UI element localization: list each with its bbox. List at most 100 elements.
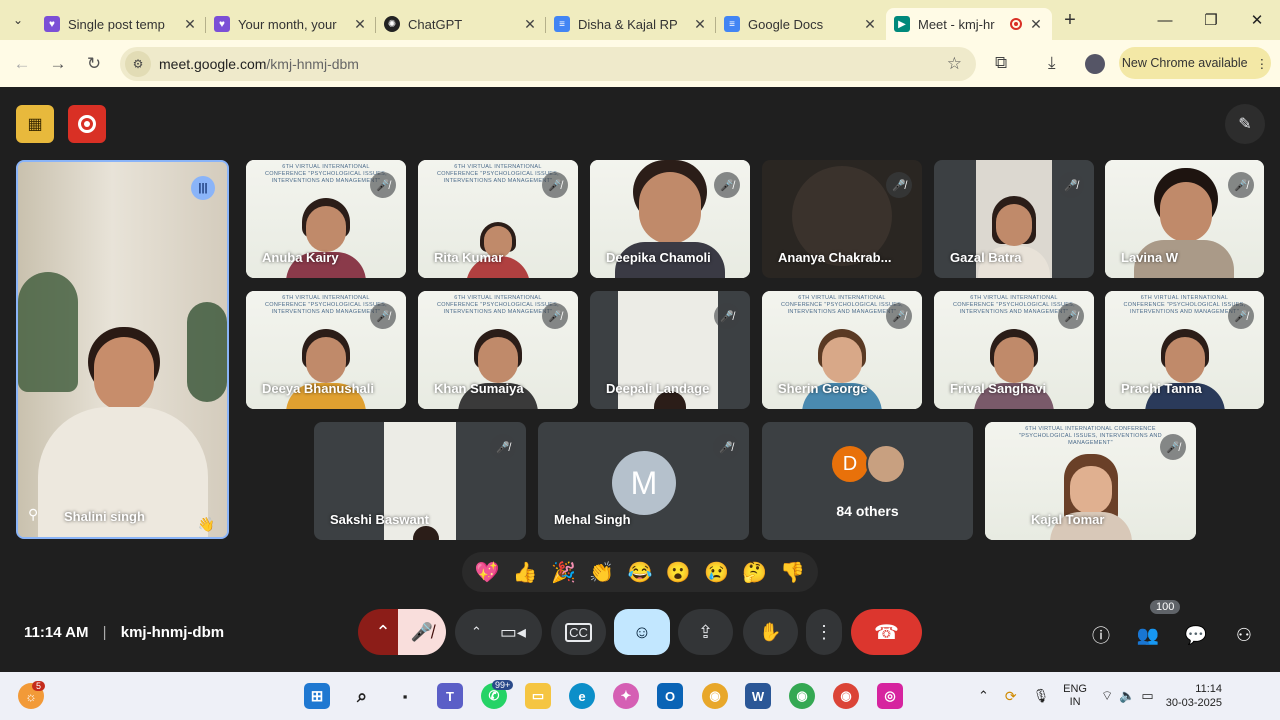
restore-icon[interactable]: ❐: [1188, 0, 1234, 40]
activities-icon[interactable]: ⚇: [1231, 622, 1257, 648]
tab-search-dropdown[interactable]: ⌄: [0, 0, 36, 40]
meeting-details-icon[interactable]: ⓘ: [1088, 622, 1114, 648]
tab-2[interactable]: ✺ ChatGPT ✕: [376, 8, 546, 40]
people-icon[interactable]: 👥: [1135, 622, 1161, 648]
thinking-emoji[interactable]: 🤔: [742, 560, 767, 585]
laughing-emoji[interactable]: 😂: [628, 560, 653, 585]
participant-tile[interactable]: M 🎤̸ Mehal Singh: [538, 422, 749, 540]
clock[interactable]: 11:14 30-03-2025: [1166, 682, 1222, 710]
copilot-icon[interactable]: ✦: [613, 683, 639, 709]
browser-toolbar: ← → ↻ ⚙ meet.google.com/kmj-hnmj-dbm ☆ ⧉…: [0, 40, 1280, 87]
captions-button[interactable]: CC: [551, 609, 606, 655]
participant-tile[interactable]: 6TH VIRTUAL INTERNATIONAL CONFERENCE "PS…: [1105, 291, 1264, 409]
leave-call-button[interactable]: ☎: [851, 609, 922, 655]
divider: |: [102, 624, 107, 641]
new-chrome-available-button[interactable]: New Chrome available ⋮: [1119, 47, 1271, 79]
close-tab-icon[interactable]: ✕: [182, 16, 198, 33]
participant-tile[interactable]: 6TH VIRTUAL INTERNATIONAL CONFERENCE "PS…: [934, 291, 1094, 409]
profile-avatar-icon[interactable]: [1085, 54, 1105, 74]
clock-date: 30-03-2025: [1165, 697, 1222, 709]
more-options-button[interactable]: ⋮: [806, 609, 842, 655]
battery-icon[interactable]: ▭: [1141, 688, 1153, 704]
close-tab-icon[interactable]: ✕: [862, 16, 878, 33]
close-window-icon[interactable]: ✕: [1234, 0, 1280, 40]
captions-off-button[interactable]: ▦: [16, 105, 54, 143]
close-tab-icon[interactable]: ✕: [352, 16, 368, 33]
reload-icon[interactable]: ↻: [76, 54, 112, 74]
new-tab-button[interactable]: +: [1052, 9, 1088, 32]
clapping-emoji[interactable]: 👏: [589, 560, 614, 585]
participant-tile[interactable]: 🎤̸ Ananya Chakrab...: [762, 160, 922, 278]
participant-name: Rita Kumar: [434, 250, 504, 265]
wifi-icon[interactable]: ⌔: [1101, 688, 1113, 704]
thumbs-up-emoji[interactable]: 👍: [513, 560, 538, 585]
tab-title: Disha & Kajal RP: [578, 16, 678, 32]
chrome-icon[interactable]: ◉: [702, 683, 728, 709]
forward-icon[interactable]: →: [40, 54, 76, 74]
party-popper-emoji[interactable]: 🎉: [551, 560, 576, 585]
surprised-emoji[interactable]: 😮: [666, 560, 691, 585]
close-tab-icon[interactable]: ✕: [522, 16, 538, 33]
mic-toggle-button[interactable]: 🎤̸: [398, 609, 446, 655]
site-info-icon[interactable]: ⚙: [125, 51, 151, 77]
bookmark-star-icon[interactable]: ☆: [947, 54, 962, 74]
windows-start-icon[interactable]: ⊞: [304, 683, 330, 709]
sad-emoji[interactable]: 😢: [704, 560, 729, 585]
participant-tile[interactable]: 🎤̸ Deepali Landage: [590, 291, 750, 409]
participant-tile[interactable]: 6TH VIRTUAL INTERNATIONAL CONFERENCE "PS…: [762, 291, 922, 409]
avatar-initial: D: [842, 452, 858, 475]
search-icon[interactable]: ⌕: [349, 683, 375, 709]
tab-4[interactable]: ≡ Google Docs ✕: [716, 8, 886, 40]
close-tab-icon[interactable]: ✕: [692, 16, 708, 33]
word-icon[interactable]: W: [745, 683, 771, 709]
video-options-button[interactable]: ⌃ ▭◂: [455, 609, 542, 655]
tab-3[interactable]: ≡ Disha & Kajal RP ✕: [546, 8, 716, 40]
mic-off-icon: 🎤̸: [1160, 434, 1186, 460]
show-hidden-icons-icon[interactable]: ⌃: [978, 688, 989, 704]
chrome-profile-icon[interactable]: ◉: [833, 683, 859, 709]
download-icon[interactable]: ⤓: [1048, 53, 1056, 73]
tab-1[interactable]: ♥ Your month, your ✕: [206, 8, 376, 40]
participant-tile[interactable]: 🎤̸ Sakshi Baswant: [314, 422, 526, 540]
back-icon[interactable]: ←: [4, 54, 40, 74]
minimize-icon[interactable]: —: [1142, 0, 1188, 40]
participant-tile[interactable]: 6TH VIRTUAL INTERNATIONAL CONFERENCE "PS…: [246, 160, 406, 278]
chat-icon[interactable]: 💬: [1183, 622, 1209, 648]
extensions-icon[interactable]: ⧉: [995, 53, 1007, 73]
language-indicator[interactable]: ENG IN: [1063, 683, 1087, 709]
sparkling-heart-emoji[interactable]: 💖: [475, 560, 500, 585]
participant-tile[interactable]: 6TH VIRTUAL INTERNATIONAL CONFERENCE "PS…: [246, 291, 406, 409]
tab-5-active[interactable]: ▶ Meet - kmj-hr ✕: [886, 8, 1052, 40]
tab-0[interactable]: ♥ Single post temp ✕: [36, 8, 206, 40]
participant-tile[interactable]: 🎤̸ Lavina W: [1105, 160, 1264, 278]
instagram-icon[interactable]: ◎: [877, 683, 903, 709]
outlook-icon[interactable]: O: [657, 683, 683, 709]
participant-tile[interactable]: 6TH VIRTUAL INTERNATIONAL CONFERENCE "PS…: [418, 160, 578, 278]
participant-tile[interactable]: 🎤̸ Deepika Chamoli: [590, 160, 750, 278]
edge-icon[interactable]: e: [569, 683, 595, 709]
others-tile[interactable]: D 84 others: [762, 422, 973, 540]
chrome-profile-icon[interactable]: ◉: [789, 683, 815, 709]
file-explorer-icon[interactable]: ▭: [525, 683, 551, 709]
end-call-icon: ☎: [874, 621, 899, 644]
thumbs-down-emoji[interactable]: 👎: [780, 560, 805, 585]
participant-tile[interactable]: 6TH VIRTUAL INTERNATIONAL CONFERENCE "PS…: [985, 422, 1196, 540]
participant-name: Anuba Kairy: [262, 250, 339, 265]
participant-tile[interactable]: 6TH VIRTUAL INTERNATIONAL CONFERENCE "PS…: [418, 291, 578, 409]
reactions-button[interactable]: ☺: [614, 609, 670, 655]
task-view-icon[interactable]: ▪: [392, 683, 418, 709]
address-bar[interactable]: ⚙ meet.google.com/kmj-hnmj-dbm ☆: [120, 47, 976, 81]
record-button[interactable]: [68, 105, 106, 143]
sync-icon[interactable]: ⟳: [1005, 688, 1017, 705]
close-tab-icon[interactable]: ✕: [1028, 16, 1044, 33]
volume-icon[interactable]: 🔈: [1119, 688, 1135, 704]
pin-icon[interactable]: ⚲: [28, 506, 38, 523]
effects-edit-button[interactable]: ✎: [1225, 104, 1265, 144]
mic-off-icon: 🎤̸: [714, 172, 740, 198]
pinned-participant-tile[interactable]: ||| ⚲ Shalini singh 👋: [16, 160, 229, 539]
teams-icon[interactable]: T: [437, 683, 463, 709]
raise-hand-button[interactable]: ✋: [743, 609, 798, 655]
participant-tile[interactable]: 🎤̸ Gazal Batra: [934, 160, 1094, 278]
present-button[interactable]: ⇪: [678, 609, 733, 655]
microphone-icon[interactable]: 🎙: [1033, 688, 1050, 704]
